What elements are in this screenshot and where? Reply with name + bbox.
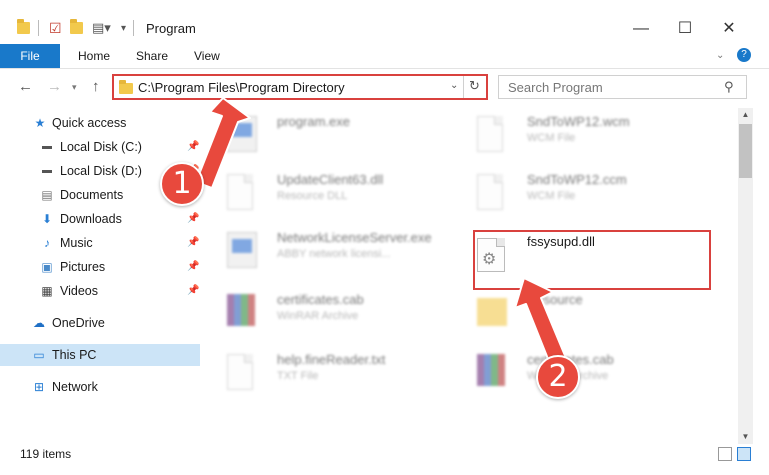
- archive-file-icon: [477, 354, 505, 386]
- list-item[interactable]: certificates.cab WinRAR Archive: [477, 348, 717, 404]
- address-bar[interactable]: C:\Program Files\Program Directory ⌄ ↻: [112, 74, 488, 100]
- list-item[interactable]: program.exe: [227, 110, 467, 166]
- download-icon: ⬇: [41, 212, 53, 226]
- star-icon: ★: [34, 116, 46, 130]
- navigation-pane: ★ Quick access ▬ Local Disk (C:) 📌 ▬ Loc…: [0, 108, 200, 438]
- videos-icon: ▦: [41, 284, 53, 298]
- document-file-icon: [477, 174, 503, 210]
- document-file-icon: [477, 116, 503, 152]
- text-file-icon: [227, 354, 253, 390]
- view-options-icon[interactable]: ▤▾: [92, 19, 111, 37]
- step-2-badge: 2: [536, 355, 580, 399]
- sidebar-item-music[interactable]: ♪ Music 📌: [0, 232, 200, 254]
- list-item[interactable]: UpdateClient63.dll Resource DLL: [227, 168, 467, 224]
- list-item[interactable]: certificates.cab WinRAR Archive: [227, 288, 467, 344]
- list-item[interactable]: NetworkLicenseServer.exe ABBY network li…: [227, 226, 467, 282]
- search-box[interactable]: Search Program ⚲: [498, 75, 747, 99]
- recent-locations-icon[interactable]: ▾: [72, 82, 77, 93]
- back-arrow-icon[interactable]: ←: [18, 78, 33, 95]
- ribbon-tabs: File Home Share View ⌄ ?: [0, 44, 769, 68]
- sidebar-item-local-disk-c[interactable]: ▬ Local Disk (C:) 📌: [0, 136, 200, 158]
- tab-file[interactable]: File: [0, 44, 60, 68]
- cloud-icon: ☁: [33, 316, 45, 330]
- dll-file-icon: [227, 174, 253, 210]
- documents-icon: ▤: [41, 188, 53, 202]
- list-item[interactable]: help.fineReader.txt TXT File: [227, 348, 467, 404]
- folder-icon: [477, 298, 507, 326]
- refresh-icon[interactable]: ↻: [469, 78, 480, 94]
- tab-share[interactable]: Share: [136, 44, 168, 68]
- tab-view[interactable]: View: [194, 44, 220, 68]
- scroll-down-arrow-icon[interactable]: ▼: [738, 430, 753, 444]
- sidebar-item-onedrive[interactable]: ☁ OneDrive: [0, 312, 200, 334]
- title-bar: ☑ ▤▾ ▾ Program — ☐ ✕: [0, 0, 769, 42]
- tab-home[interactable]: Home: [78, 44, 110, 68]
- up-arrow-icon[interactable]: ↑: [92, 78, 100, 95]
- sidebar-item-pictures[interactable]: ▣ Pictures 📌: [0, 256, 200, 278]
- minimize-button[interactable]: —: [630, 18, 652, 40]
- list-item[interactable]: SndToWP12.ccm WCM File: [477, 168, 717, 224]
- pin-icon[interactable]: 📌: [187, 280, 199, 302]
- exe-file-icon: [227, 232, 257, 268]
- list-item[interactable]: Resource: [477, 288, 717, 344]
- expand-ribbon-icon[interactable]: ⌄: [716, 44, 724, 68]
- highlight-box: [473, 230, 711, 290]
- details-view-icon[interactable]: [718, 447, 732, 461]
- search-icon: ⚲: [724, 79, 734, 94]
- sidebar-item-this-pc[interactable]: ▭ This PC: [0, 344, 200, 366]
- window-title: Program: [146, 21, 196, 36]
- network-icon: ⊞: [33, 380, 45, 394]
- music-icon: ♪: [44, 236, 50, 250]
- sidebar-item-quick-access[interactable]: ★ Quick access: [0, 112, 200, 134]
- sidebar-item-videos[interactable]: ▦ Videos 📌: [0, 280, 200, 302]
- help-icon[interactable]: ?: [737, 48, 751, 62]
- pin-icon[interactable]: 📌: [187, 256, 199, 278]
- folder-icon: [17, 19, 30, 37]
- close-button[interactable]: ✕: [718, 18, 740, 40]
- step-1-badge: 1: [160, 162, 204, 206]
- folder-icon: [119, 80, 133, 94]
- drive-icon: ▬: [42, 141, 52, 152]
- exe-file-icon: [227, 116, 257, 152]
- sidebar-item-network[interactable]: ⊞ Network: [0, 376, 200, 398]
- item-count: 119 items: [20, 447, 72, 461]
- new-folder-icon[interactable]: [70, 19, 83, 37]
- archive-file-icon: [227, 294, 255, 326]
- address-dropdown-icon[interactable]: ⌄: [450, 80, 458, 91]
- scroll-up-arrow-icon[interactable]: ▲: [738, 108, 753, 122]
- computer-icon: ▭: [33, 348, 45, 362]
- forward-arrow-icon[interactable]: →: [47, 78, 62, 95]
- pictures-icon: ▣: [41, 260, 53, 274]
- large-icons-view-icon[interactable]: [737, 447, 751, 461]
- list-item[interactable]: SndToWP12.wcm WCM File: [477, 110, 717, 166]
- search-placeholder: Search Program: [508, 80, 603, 95]
- properties-icon[interactable]: ☑: [49, 19, 62, 37]
- pin-icon[interactable]: 📌: [187, 208, 199, 230]
- vertical-scrollbar[interactable]: ▲ ▼: [738, 108, 753, 444]
- customize-toolbar-icon[interactable]: ▾: [121, 19, 126, 37]
- address-path: C:\Program Files\Program Directory: [138, 80, 345, 95]
- scrollbar-thumb[interactable]: [739, 124, 752, 178]
- maximize-button[interactable]: ☐: [674, 18, 696, 40]
- drive-icon: ▬: [42, 165, 52, 176]
- sidebar-item-downloads[interactable]: ⬇ Downloads 📌: [0, 208, 200, 230]
- pin-icon[interactable]: 📌: [187, 232, 199, 254]
- pin-icon[interactable]: 📌: [187, 136, 199, 158]
